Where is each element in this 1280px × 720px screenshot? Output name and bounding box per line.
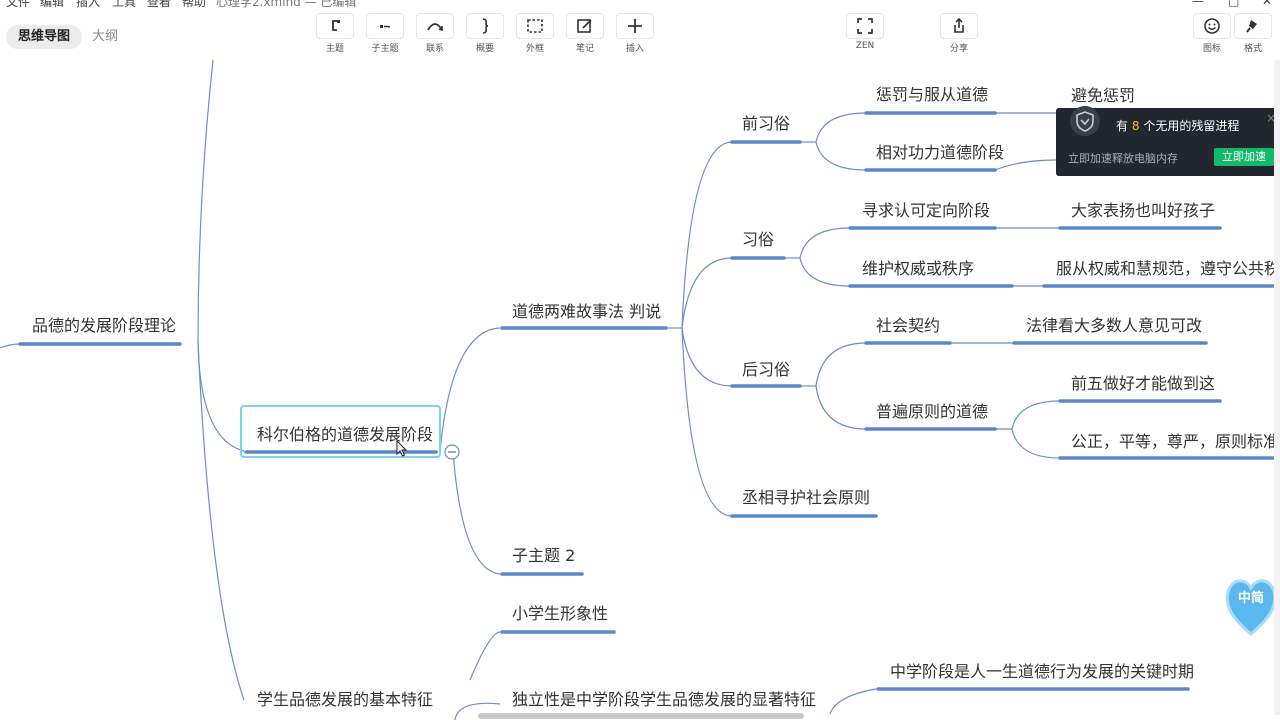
insert-button[interactable] — [616, 13, 654, 39]
boundary-button[interactable] — [516, 13, 554, 39]
summary-button[interactable] — [466, 13, 504, 39]
topic-pinde[interactable]: 品德的发展阶段理论 — [32, 312, 176, 336]
topic-avoid[interactable]: 避免惩罚 — [1071, 82, 1135, 106]
fullscreen-icon — [857, 18, 873, 34]
menu-bar: 文件 编辑 插入 工具 查看 帮助 心理学2.xmind — 已编辑 — □ ✕ — [0, 0, 1280, 9]
share-button[interactable] — [940, 13, 978, 39]
icons-button[interactable] — [1193, 13, 1231, 39]
insert-label: 插入 — [625, 44, 644, 54]
topic-dilemma[interactable]: 道德两难故事法 判说 — [512, 298, 661, 322]
topic-button[interactable] — [316, 13, 354, 39]
cleanup-notification: 有 8 个无用的残留进程 立即加速释放电脑内存 立即加速 × — [1056, 106, 1280, 176]
topic-punish[interactable]: 惩罚与服从道德 — [876, 81, 988, 105]
topic-mutual[interactable]: 丞相寻护社会原则 — [742, 484, 870, 508]
subtopic-button[interactable] — [366, 13, 404, 39]
relation-button[interactable] — [416, 13, 454, 39]
zen-button[interactable] — [846, 13, 884, 39]
menu-insert[interactable]: 插入 — [76, 0, 100, 9]
summary-icon — [482, 18, 489, 34]
topic-relative[interactable]: 相对功力道德阶段 — [876, 139, 1004, 163]
tab-mindmap[interactable]: 思维导图 — [6, 25, 83, 49]
topic-icon — [332, 20, 340, 31]
topic-justice[interactable]: 公正，平等，尊严，原则标准进行 — [1071, 428, 1280, 452]
topic-obey[interactable]: 服从权威和慧规范，遵守公共秩序 — [1056, 255, 1280, 279]
floating-heart-widget[interactable]: 中简 — [1222, 568, 1280, 640]
menu-view[interactable]: 查看 — [147, 0, 171, 9]
topic-conventional[interactable]: 习俗 — [742, 226, 774, 250]
share-icon — [954, 17, 964, 33]
topic-postconventional[interactable]: 后习俗 — [742, 356, 790, 380]
mouse-cursor-icon — [396, 440, 408, 457]
format-label: 格式 — [1243, 44, 1262, 54]
speed-up-button[interactable]: 立即加速 — [1214, 148, 1274, 166]
shield-icon — [1070, 106, 1100, 136]
tab-outline[interactable]: 大纲 — [80, 25, 130, 49]
subtopic-icon — [380, 25, 390, 28]
topic-features[interactable]: 学生品德发展的基本特征 — [257, 686, 433, 710]
topic-sub2[interactable]: 子主题 2 — [512, 542, 575, 566]
menu-help[interactable]: 帮助 — [182, 0, 206, 9]
note-button[interactable] — [566, 13, 604, 39]
plus-icon — [628, 19, 642, 33]
relation-icon — [427, 23, 443, 32]
horizontal-scrollbar[interactable] — [478, 713, 804, 719]
topic-contract[interactable]: 社会契约 — [876, 312, 940, 336]
topic-law[interactable]: 法律看大多数人意见可改 — [1026, 312, 1202, 336]
notification-subtitle: 立即加速释放电脑内存 — [1068, 152, 1178, 165]
toolbar: 思维导图 大纲 主题 子主题 联系 概要 外框 笔记 插入 ZEN 分享 图标 … — [0, 9, 1280, 60]
topic-preconventional[interactable]: 前习俗 — [742, 110, 790, 134]
topic-middle[interactable]: 中学阶段是人一生道德行为发展的关键时期 — [890, 658, 1194, 682]
widget-text: 中简 — [1238, 590, 1264, 606]
menu-edit[interactable]: 编辑 — [40, 0, 64, 9]
topic-independence[interactable]: 独立性是中学阶段学生品德发展的显著特征 — [512, 686, 816, 710]
close-window-icon[interactable]: ✕ — [1262, 0, 1272, 8]
topic-first5[interactable]: 前五做好才能做到这 — [1071, 370, 1215, 394]
menu-file[interactable]: 文件 — [6, 0, 30, 9]
format-button[interactable] — [1234, 13, 1272, 39]
topic-maintain[interactable]: 维护权威或秩序 — [862, 255, 974, 279]
zen-label: ZEN — [855, 41, 875, 51]
smiley-icon — [1204, 18, 1220, 34]
menu-tools[interactable]: 工具 — [112, 0, 136, 9]
topic-praise[interactable]: 大家表扬也叫好孩子 — [1071, 197, 1215, 221]
brush-icon — [1246, 20, 1257, 33]
share-label: 分享 — [949, 44, 968, 54]
note-icon — [577, 19, 592, 33]
minimize-icon[interactable]: — — [1192, 0, 1204, 8]
vertical-scrollbar[interactable] — [1274, 60, 1280, 715]
topic-pupil[interactable]: 小学生形象性 — [512, 600, 608, 624]
maximize-icon[interactable]: □ — [1228, 0, 1239, 8]
topic-universal[interactable]: 普遍原则的道德 — [876, 398, 988, 422]
topic-seek[interactable]: 寻求认可定向阶段 — [862, 197, 990, 221]
boundary-icon — [527, 19, 543, 33]
document-title: 心理学2.xmind — 已编辑 — [216, 0, 357, 9]
notification-title: 有 8 个无用的残留进程 — [1116, 119, 1240, 133]
